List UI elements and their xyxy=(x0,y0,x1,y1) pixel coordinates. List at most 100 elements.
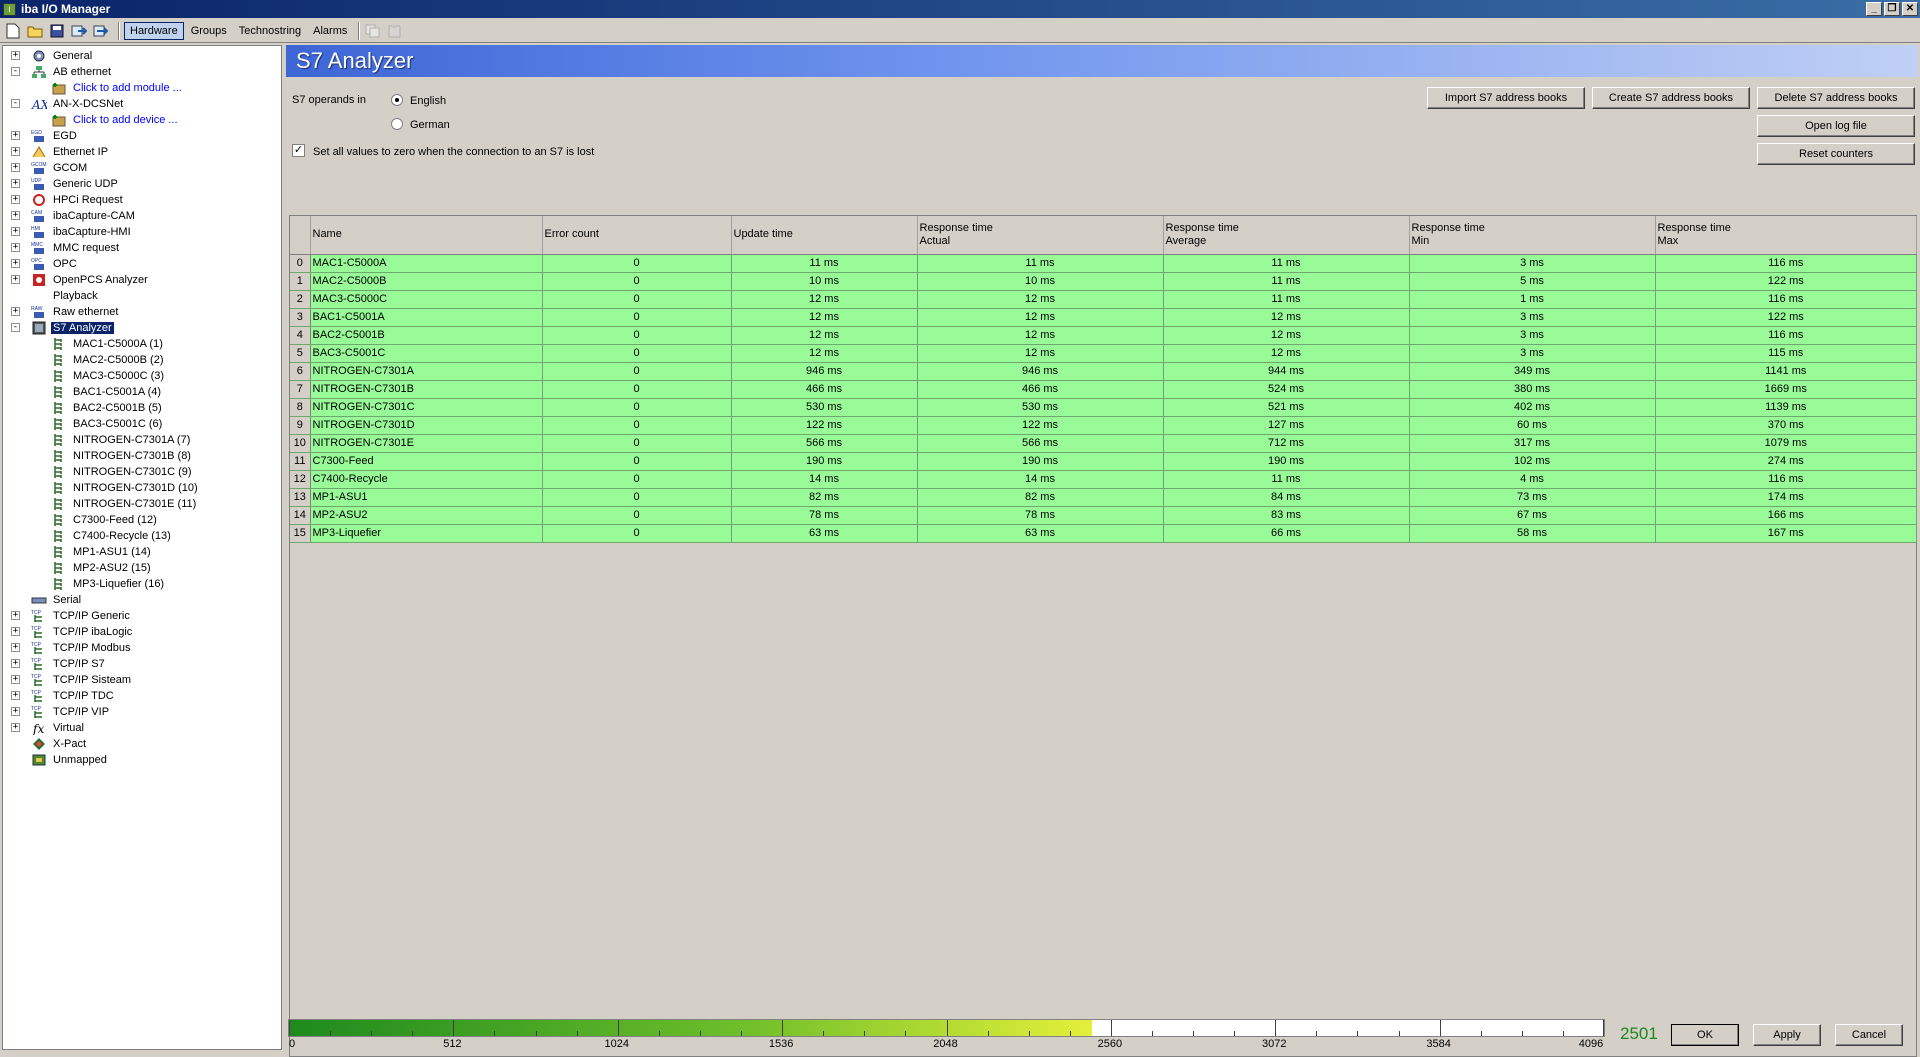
cell-name[interactable]: MP3-Liquefier xyxy=(310,524,543,543)
cell-act[interactable]: 11 ms xyxy=(917,254,1164,273)
open-folder-icon[interactable] xyxy=(26,22,44,40)
cell-upd[interactable]: 122 ms xyxy=(731,416,918,435)
cell-err[interactable]: 0 xyxy=(542,380,732,399)
table-row[interactable]: 6 NITROGEN-C7301A 0 946 ms 946 ms 944 ms 349 m… xyxy=(290,362,1917,381)
column-header[interactable]: Response time Actual xyxy=(917,216,1164,255)
row-index[interactable]: 4 xyxy=(290,326,311,345)
tree-child-item[interactable]: NITROGEN-C7301D (10) xyxy=(51,480,200,496)
tree-item[interactable]: + UDP Generic UDP xyxy=(11,176,120,192)
tree-item[interactable]: - AB ethernet xyxy=(11,64,113,80)
cell-name[interactable]: MAC2-C5000B xyxy=(310,272,543,291)
cell-name[interactable]: NITROGEN-C7301A xyxy=(310,362,543,381)
cancel-button[interactable]: Cancel xyxy=(1835,1024,1903,1046)
tree-child-item[interactable]: C7400-Recycle (13) xyxy=(51,528,173,544)
row-index[interactable]: 5 xyxy=(290,344,311,363)
zero-on-disconnect-label[interactable]: Set all values to zero when the connecti… xyxy=(313,146,594,158)
cell-avg[interactable]: 84 ms xyxy=(1163,488,1410,507)
cell-max[interactable]: 174 ms xyxy=(1655,488,1917,507)
tree-item[interactable]: + OpenPCS Analyzer xyxy=(11,272,150,288)
cell-err[interactable]: 0 xyxy=(542,308,732,327)
cell-max[interactable]: 1079 ms xyxy=(1655,434,1917,453)
cell-name[interactable]: BAC2-C5001B xyxy=(310,326,543,345)
cell-act[interactable]: 566 ms xyxy=(917,434,1164,453)
cell-max[interactable]: 274 ms xyxy=(1655,452,1917,471)
expand-icon[interactable]: + xyxy=(11,179,20,188)
cell-max[interactable]: 115 ms xyxy=(1655,344,1917,363)
cell-max[interactable]: 1139 ms xyxy=(1655,398,1917,417)
tree-item[interactable]: + General xyxy=(11,48,94,64)
cell-avg[interactable]: 712 ms xyxy=(1163,434,1410,453)
tree-item[interactable]: + CAM ibaCapture-CAM xyxy=(11,208,137,224)
cell-act[interactable]: 12 ms xyxy=(917,290,1164,309)
german-radio[interactable] xyxy=(391,118,403,130)
tree-item[interactable]: + RAW Raw ethernet xyxy=(11,304,120,320)
expand-icon[interactable]: + xyxy=(11,195,20,204)
row-index[interactable]: 9 xyxy=(290,416,311,435)
expand-icon[interactable]: + xyxy=(11,707,20,716)
cell-name[interactable]: MP2-ASU2 xyxy=(310,506,543,525)
cell-act[interactable]: 82 ms xyxy=(917,488,1164,507)
zero-on-disconnect-checkbox[interactable]: ✓ xyxy=(292,144,305,157)
cell-name[interactable]: C7400-Recycle xyxy=(310,470,543,489)
ok-button[interactable]: OK xyxy=(1671,1024,1739,1046)
restore-button[interactable]: ❐ xyxy=(1884,2,1900,16)
tree-item[interactable]: Unmapped xyxy=(31,752,109,768)
tree-item[interactable]: + GCOM GCOM xyxy=(11,160,89,176)
collapse-icon[interactable]: - xyxy=(11,67,20,76)
expand-icon[interactable]: + xyxy=(11,675,20,684)
cell-max[interactable]: 116 ms xyxy=(1655,470,1917,489)
cell-max[interactable]: 122 ms xyxy=(1655,308,1917,327)
cell-err[interactable]: 0 xyxy=(542,416,732,435)
tree-item[interactable]: - AX AN-X-DCSNet xyxy=(11,96,125,112)
table-row[interactable]: 3 BAC1-C5001A 0 12 ms 12 ms 12 ms 3 ms 122 ms xyxy=(290,308,1917,327)
cell-min[interactable]: 102 ms xyxy=(1409,452,1656,471)
tab-technostring[interactable]: Technostring xyxy=(234,23,306,39)
cell-act[interactable]: 530 ms xyxy=(917,398,1164,417)
cell-name[interactable]: NITROGEN-C7301C xyxy=(310,398,543,417)
cell-err[interactable]: 0 xyxy=(542,326,732,345)
cell-max[interactable]: 370 ms xyxy=(1655,416,1917,435)
cell-err[interactable]: 0 xyxy=(542,506,732,525)
cell-err[interactable]: 0 xyxy=(542,398,732,417)
tree-child-item[interactable]: NITROGEN-C7301A (7) xyxy=(51,432,192,448)
row-index[interactable]: 1 xyxy=(290,272,311,291)
table-row[interactable]: 7 NITROGEN-C7301B 0 466 ms 466 ms 524 ms 380 m… xyxy=(290,380,1917,399)
cell-avg[interactable]: 66 ms xyxy=(1163,524,1410,543)
row-index[interactable]: 10 xyxy=(290,434,311,453)
table-row[interactable]: 2 MAC3-C5000C 0 12 ms 12 ms 11 ms 1 ms 116 ms xyxy=(290,290,1917,309)
cell-act[interactable]: 10 ms xyxy=(917,272,1164,291)
open-log-file-button[interactable]: Open log file xyxy=(1757,115,1915,137)
expand-icon[interactable]: + xyxy=(11,211,20,220)
tree-child-item[interactable]: NITROGEN-C7301E (11) xyxy=(51,496,198,512)
cell-err[interactable]: 0 xyxy=(542,452,732,471)
cell-avg[interactable]: 83 ms xyxy=(1163,506,1410,525)
expand-icon[interactable]: + xyxy=(11,163,20,172)
table-row[interactable]: 10 NITROGEN-C7301E 0 566 ms 566 ms 712 ms 317 … xyxy=(290,434,1917,453)
column-header[interactable]: Response time Max xyxy=(1655,216,1917,255)
tree-item[interactable]: + TCP TCP/IP Sisteam xyxy=(11,672,133,688)
table-row[interactable]: 14 MP2-ASU2 0 78 ms 78 ms 83 ms 67 ms 166 ms xyxy=(290,506,1917,525)
cell-err[interactable]: 0 xyxy=(542,434,732,453)
expand-icon[interactable]: + xyxy=(11,627,20,636)
tree-item[interactable]: Playback xyxy=(31,288,100,304)
row-index[interactable]: 6 xyxy=(290,362,311,381)
delete-address-books-button[interactable]: Delete S7 address books xyxy=(1757,87,1915,109)
tab-alarms[interactable]: Alarms xyxy=(308,23,352,39)
cell-upd[interactable]: 530 ms xyxy=(731,398,918,417)
cell-min[interactable]: 60 ms xyxy=(1409,416,1656,435)
cell-act[interactable]: 122 ms xyxy=(917,416,1164,435)
cell-min[interactable]: 5 ms xyxy=(1409,272,1656,291)
tree-child-item[interactable]: MP1-ASU1 (14) xyxy=(51,544,153,560)
table-row[interactable]: 13 MP1-ASU1 0 82 ms 82 ms 84 ms 73 ms 174 ms xyxy=(290,488,1917,507)
table-row[interactable]: 15 MP3-Liquefier 0 63 ms 63 ms 66 ms 58 ms 167 … xyxy=(290,524,1917,543)
cell-max[interactable]: 116 ms xyxy=(1655,290,1917,309)
create-address-books-button[interactable]: Create S7 address books xyxy=(1592,87,1750,109)
cell-name[interactable]: NITROGEN-C7301B xyxy=(310,380,543,399)
expand-icon[interactable]: + xyxy=(11,659,20,668)
cell-avg[interactable]: 11 ms xyxy=(1163,254,1410,273)
tree-item[interactable]: + MMC MMC request xyxy=(11,240,121,256)
table-row[interactable]: 1 MAC2-C5000B 0 10 ms 10 ms 11 ms 5 ms 122 ms xyxy=(290,272,1917,291)
row-index[interactable]: 8 xyxy=(290,398,311,417)
german-label[interactable]: German xyxy=(410,119,450,131)
cell-err[interactable]: 0 xyxy=(542,362,732,381)
